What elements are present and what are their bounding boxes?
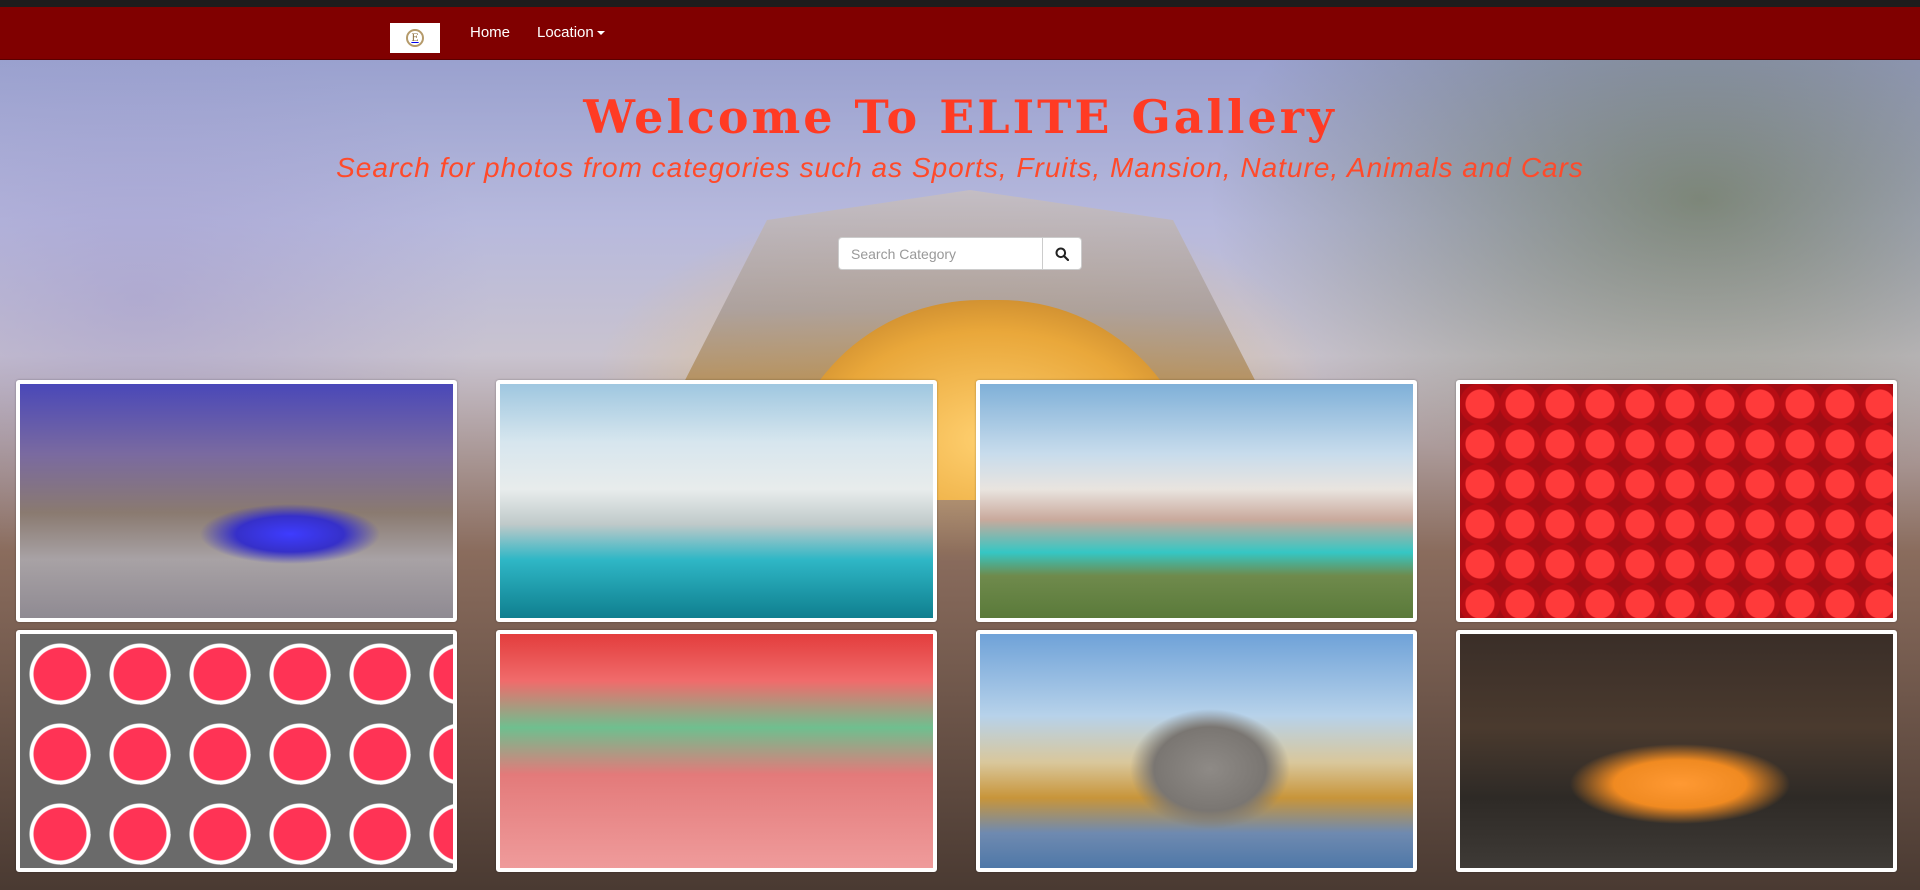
nav-location-dropdown[interactable]: Location [537, 24, 605, 42]
gallery-item-white-villa[interactable] [976, 380, 1417, 622]
search-button[interactable] [1042, 237, 1082, 270]
car-photo [1460, 634, 1893, 868]
gallery-item-mansion-dusk[interactable] [16, 380, 457, 622]
sports-photo [500, 634, 933, 868]
search-input[interactable] [838, 237, 1042, 270]
page-title: Welcome To ELITE Gallery [583, 90, 1337, 144]
animal-photo [980, 634, 1413, 868]
fruit-photo [1460, 384, 1893, 618]
search-icon [1055, 247, 1069, 261]
search-form [838, 237, 1082, 270]
nav-location-label: Location [537, 24, 594, 41]
navbar: E Home Location [0, 7, 1920, 60]
mansion-photo [500, 384, 933, 618]
page-subtitle: Search for photos from categories such a… [336, 152, 1584, 183]
gallery-item-sprinters[interactable] [496, 630, 937, 872]
logo-link[interactable]: E [390, 23, 440, 53]
gallery-item-sports-car[interactable] [1456, 630, 1897, 872]
gallery-item-glass-house[interactable] [496, 380, 937, 622]
caret-down-icon [596, 31, 605, 36]
fruit-photo [20, 634, 453, 868]
nav-home-link[interactable]: Home [470, 24, 510, 42]
mansion-photo [980, 384, 1413, 618]
top-strip [0, 0, 1920, 7]
gallery-item-elephant[interactable] [976, 630, 1417, 872]
logo-icon: E [406, 29, 424, 47]
gallery-item-strawberries[interactable] [1456, 380, 1897, 622]
gallery-item-citrus[interactable] [16, 630, 457, 872]
mansion-photo [20, 384, 453, 618]
